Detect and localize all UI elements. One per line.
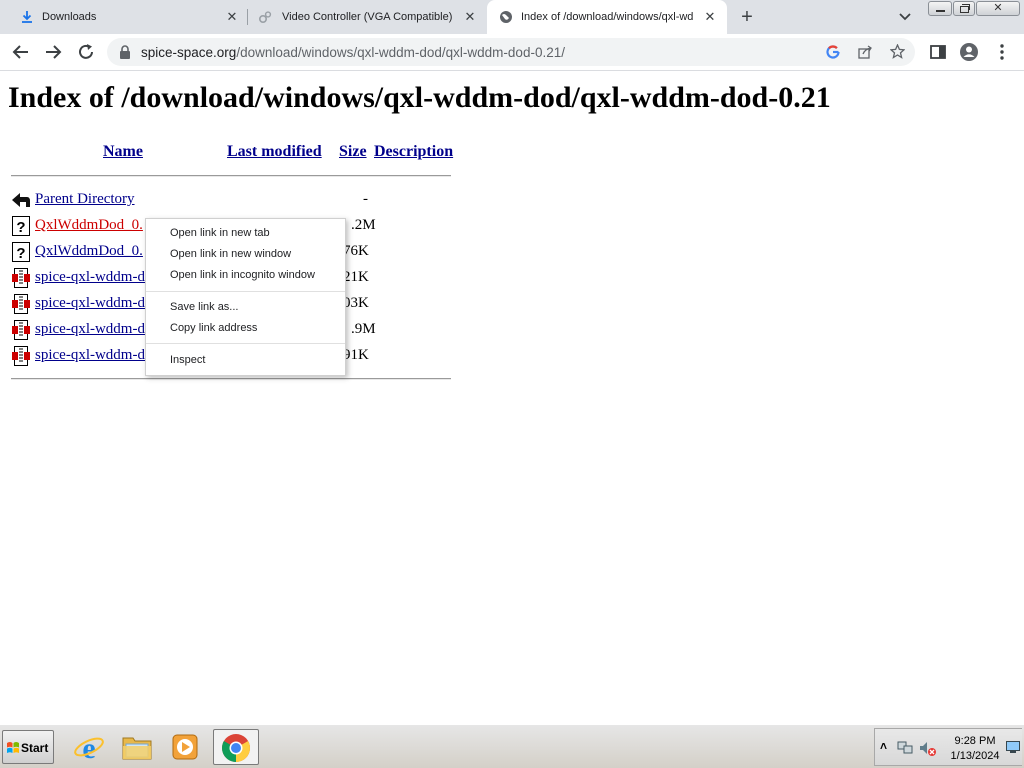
tab-title: Downloads — [42, 11, 97, 23]
column-header-description[interactable]: Description — [374, 143, 453, 161]
start-label: Start — [21, 741, 49, 755]
download-icon — [22, 11, 32, 23]
row-size: 03K — [343, 295, 369, 311]
tab-downloads[interactable]: Downloads ✕ — [0, 0, 246, 34]
file-link[interactable]: spice-qxl-wddm-d — [35, 347, 145, 364]
menu-item-save-link-as[interactable]: Save link as... — [146, 297, 345, 318]
gear-icon — [258, 11, 272, 24]
tab-title: Video Controller (VGA Compatible) D — [282, 11, 456, 23]
tab-video-controller[interactable]: Video Controller (VGA Compatible) D ✕ — [248, 0, 486, 34]
windows-logo-icon — [7, 742, 19, 753]
archive-file-icon — [12, 346, 30, 366]
show-desktop-icon[interactable] — [1006, 741, 1020, 753]
close-tab-icon[interactable]: ✕ — [702, 9, 718, 25]
browser-toolbar: spice-space.org/download/windows/qxl-wdd… — [0, 34, 1024, 71]
tab-index-active[interactable]: Index of /download/windows/qxl-wd ✕ — [487, 0, 727, 34]
start-button[interactable]: Start — [2, 730, 54, 764]
divider — [11, 378, 451, 380]
row-size: - — [363, 191, 368, 207]
file-link[interactable]: QxlWddmDod_0. — [35, 217, 143, 234]
page-content: Index of /download/windows/qxl-wddm-dod/… — [0, 71, 1024, 724]
explorer-folder-icon — [122, 737, 152, 760]
forward-icon[interactable] — [42, 41, 64, 63]
menu-separator — [146, 291, 345, 292]
column-header-last-modified[interactable]: Last modified — [227, 143, 322, 161]
column-header-size[interactable]: Size — [339, 143, 367, 161]
clock-time[interactable]: 9:28 PM — [945, 735, 1005, 747]
network-icon[interactable] — [897, 741, 913, 755]
file-link[interactable]: spice-qxl-wddm-d — [35, 295, 145, 312]
menu-item-inspect[interactable]: Inspect — [146, 350, 345, 371]
ie-icon: e — [74, 732, 104, 762]
back-arrow-icon — [12, 193, 30, 207]
tab-strip: Downloads ✕ Video Controller (VGA Compat… — [0, 0, 1024, 34]
row-size: 21K — [343, 269, 369, 285]
page-title: Index of /download/windows/qxl-wddm-dod/… — [8, 81, 831, 114]
system-tray: ˄ 9:28 PM 1/13/2024 — [874, 728, 1022, 766]
google-lens-icon[interactable] — [826, 45, 840, 59]
taskbar: Start e ˄ 9:28 PM 1/13/2024 — [0, 724, 1024, 768]
divider — [11, 175, 451, 177]
svg-text:?: ? — [16, 219, 25, 236]
archive-file-icon — [12, 320, 30, 340]
svg-text:?: ? — [16, 245, 25, 262]
chrome-icon — [222, 734, 250, 762]
media-player-icon — [172, 734, 198, 760]
share-icon[interactable] — [858, 45, 873, 59]
taskbar-media-player-button[interactable] — [162, 729, 208, 765]
lock-icon[interactable] — [119, 45, 131, 59]
svg-text:e: e — [82, 732, 95, 762]
menu-item-open-incognito[interactable]: Open link in incognito window — [146, 265, 345, 286]
url-text[interactable]: spice-space.org/download/windows/qxl-wdd… — [141, 45, 565, 60]
reload-icon[interactable] — [75, 41, 97, 63]
address-bar[interactable]: spice-space.org/download/windows/qxl-wdd… — [107, 38, 915, 66]
back-icon[interactable] — [10, 41, 32, 63]
column-header-name[interactable]: Name — [103, 143, 143, 161]
taskbar-chrome-button[interactable] — [213, 729, 259, 765]
globe-icon — [500, 11, 512, 23]
taskbar-explorer-button[interactable] — [114, 729, 160, 765]
menu-item-open-new-window[interactable]: Open link in new window — [146, 244, 345, 265]
volume-muted-icon[interactable] — [919, 741, 937, 757]
row-size: 76K — [343, 243, 369, 259]
minimize-button[interactable] — [928, 1, 952, 16]
kebab-menu-icon[interactable] — [991, 41, 1013, 63]
parent-directory-link[interactable]: Parent Directory — [35, 191, 135, 208]
tab-search-chevron-icon[interactable] — [896, 9, 914, 25]
close-window-button[interactable]: ✕ — [976, 1, 1020, 16]
file-link[interactable]: QxlWddmDod_0. — [35, 243, 143, 260]
row-size: .2M — [351, 217, 376, 233]
restore-button[interactable] — [953, 1, 975, 16]
close-tab-icon[interactable]: ✕ — [224, 9, 240, 25]
bookmark-star-icon[interactable] — [890, 44, 905, 59]
menu-separator — [146, 343, 345, 344]
close-icon: ✕ — [993, 2, 1003, 14]
archive-file-icon — [12, 294, 30, 314]
profile-avatar-icon[interactable] — [958, 41, 980, 63]
row-size: .9M — [351, 321, 376, 337]
show-hidden-icons-chevron-icon[interactable]: ˄ — [880, 739, 887, 753]
new-tab-button[interactable]: + — [737, 7, 757, 27]
taskbar-ie-button[interactable]: e — [66, 729, 112, 765]
side-panel-icon[interactable] — [927, 41, 949, 63]
url-path: /download/windows/qxl-wddm-dod/qxl-wddm-… — [236, 45, 565, 60]
unknown-file-icon: ? — [12, 216, 30, 236]
row-size: 91K — [343, 347, 369, 363]
close-tab-icon[interactable]: ✕ — [462, 9, 478, 25]
url-host: spice-space.org — [141, 45, 237, 60]
menu-item-copy-link-address[interactable]: Copy link address — [146, 318, 345, 339]
file-link[interactable]: spice-qxl-wddm-d — [35, 269, 145, 286]
file-link[interactable]: spice-qxl-wddm-d — [35, 321, 145, 338]
clock-date[interactable]: 1/13/2024 — [945, 750, 1005, 762]
unknown-file-icon: ? — [12, 242, 30, 262]
minimize-icon — [936, 10, 945, 12]
archive-file-icon — [12, 268, 30, 288]
tab-title: Index of /download/windows/qxl-wd — [521, 11, 694, 23]
link-context-menu: Open link in new tab Open link in new wi… — [145, 218, 346, 376]
menu-item-open-new-tab[interactable]: Open link in new tab — [146, 223, 345, 244]
